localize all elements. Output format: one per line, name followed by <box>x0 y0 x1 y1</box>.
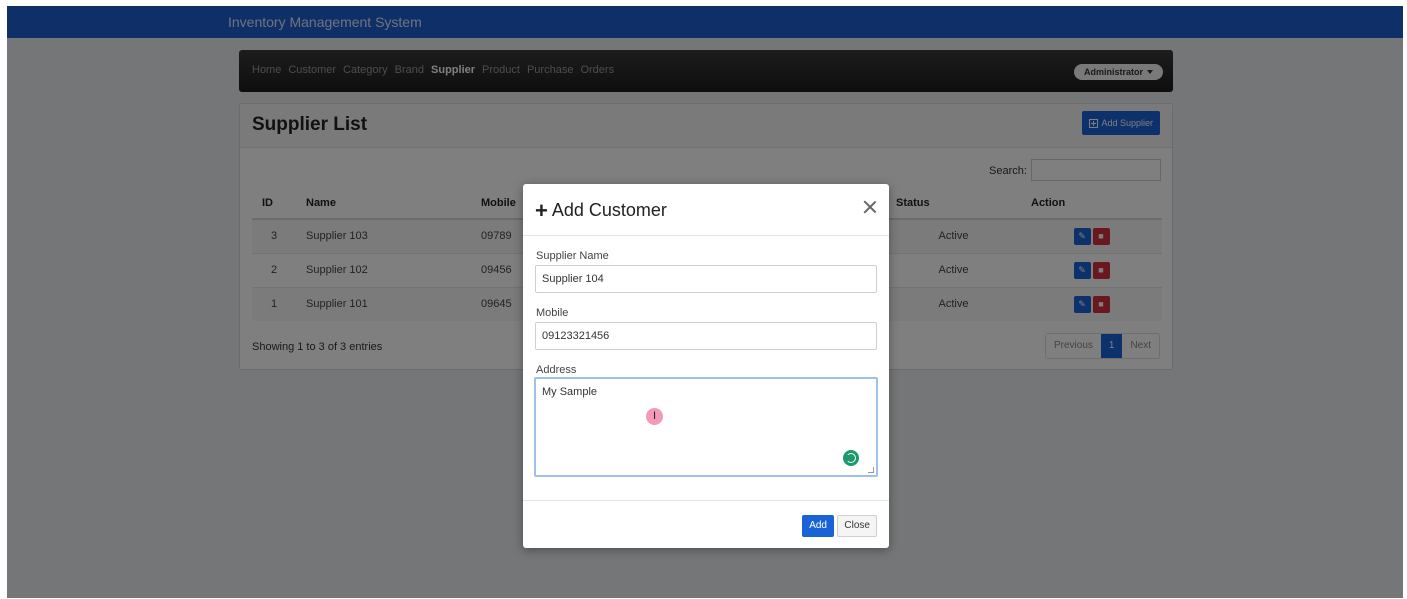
plus-icon: + <box>535 197 548 223</box>
text-cursor-icon: I <box>646 408 663 425</box>
modal-footer: Add Close <box>523 500 889 548</box>
address-label: Address <box>536 364 577 376</box>
supplier-name-label: Supplier Name <box>536 250 609 262</box>
add-button[interactable]: Add <box>802 515 834 537</box>
modal-title-text: Add Customer <box>551 200 667 220</box>
close-icon[interactable] <box>861 198 879 216</box>
address-value: My Sample <box>542 386 598 398</box>
add-customer-modal: + Add Customer Supplier Name Mobile Addr… <box>523 184 889 548</box>
loading-spinner-icon <box>843 450 859 466</box>
mobile-input[interactable] <box>535 322 877 350</box>
close-button[interactable]: Close <box>837 515 877 537</box>
modal-header: + Add Customer <box>523 184 889 236</box>
modal-title: + Add Customer <box>535 197 667 223</box>
resize-grip-icon[interactable] <box>868 467 874 473</box>
supplier-name-input[interactable] <box>535 265 877 293</box>
mobile-label: Mobile <box>536 307 569 319</box>
address-textarea[interactable]: My Sample <box>534 377 878 477</box>
screen: Inventory Management System Home Custome… <box>7 6 1403 598</box>
